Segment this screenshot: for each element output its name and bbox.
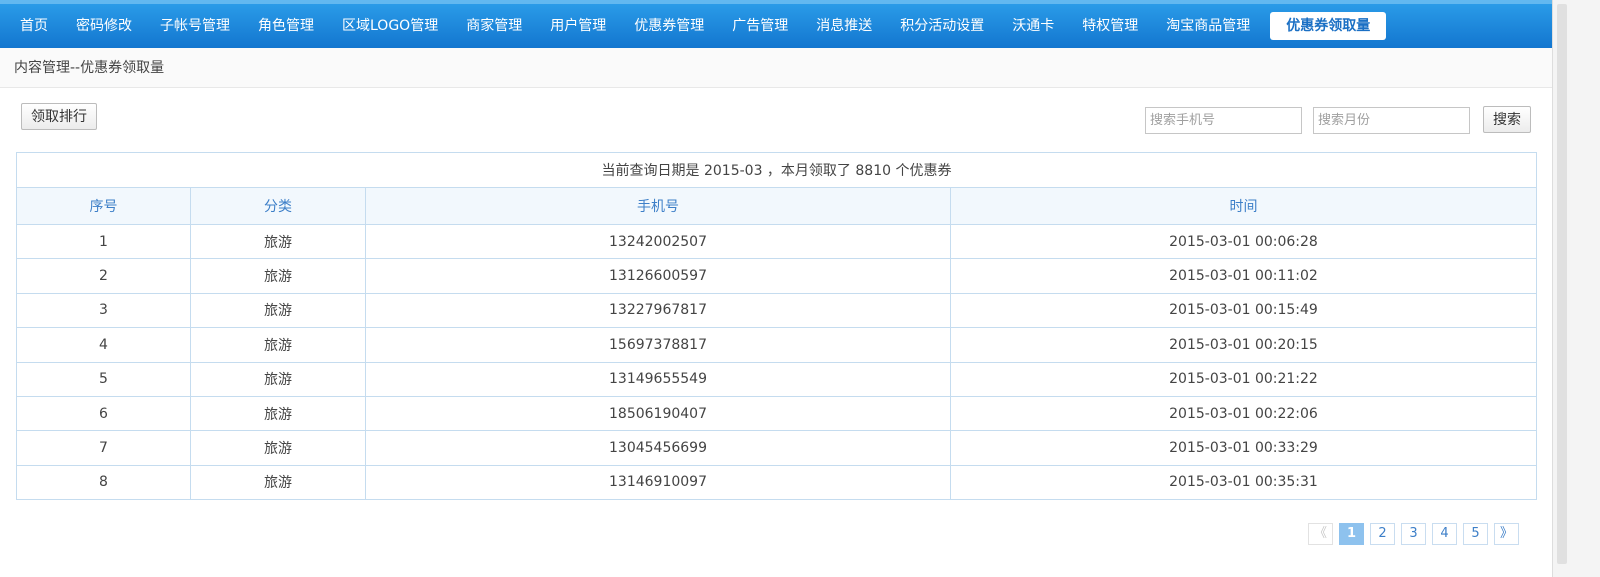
- nav-item-users[interactable]: 用户管理: [536, 4, 620, 48]
- header-time: 时间: [950, 187, 1537, 225]
- cell-category: 旅游: [190, 327, 366, 363]
- cell-phone: 15697378817: [365, 327, 951, 363]
- coupon-claims-table: 当前查询日期是 2015-03 ，本月领取了 8810 个优惠券 序号 分类 手…: [16, 152, 1537, 501]
- cell-time: 2015-03-01 00:22:06: [950, 395, 1537, 432]
- cell-time: 2015-03-01 00:33:29: [950, 430, 1537, 466]
- cell-index: 1: [16, 223, 191, 260]
- cell-time: 2015-03-01 00:11:02: [950, 258, 1537, 294]
- cell-time: 2015-03-01 00:15:49: [950, 292, 1537, 329]
- main-nav: 首页 密码修改 子帐号管理 角色管理 区域LOGO管理 商家管理 用户管理 优惠…: [0, 4, 1552, 48]
- table-row: 3 旅游 13227967817 2015-03-01 00:15:49: [16, 292, 1537, 329]
- cell-index: 8: [16, 464, 191, 501]
- cell-category: 旅游: [190, 430, 366, 466]
- pagination-prev-button[interactable]: 《: [1308, 523, 1333, 545]
- cell-category: 旅游: [190, 292, 366, 329]
- search-phone-input[interactable]: [1145, 107, 1302, 134]
- cell-category: 旅游: [190, 395, 366, 432]
- table-row: 2 旅游 13126600597 2015-03-01 00:11:02: [16, 258, 1537, 294]
- pagination-page-3[interactable]: 3: [1401, 523, 1426, 545]
- nav-item-password[interactable]: 密码修改: [62, 4, 146, 48]
- nav-item-home[interactable]: 首页: [6, 4, 62, 48]
- header-category: 分类: [190, 187, 366, 225]
- cell-phone: 13242002507: [365, 223, 951, 260]
- nav-item-points[interactable]: 积分活动设置: [886, 4, 998, 48]
- pagination-page-1[interactable]: 1: [1339, 523, 1364, 545]
- cell-index: 6: [16, 395, 191, 432]
- table-row: 4 旅游 15697378817 2015-03-01 00:20:15: [16, 327, 1537, 363]
- pagination-next-button[interactable]: 》: [1494, 523, 1519, 545]
- cell-category: 旅游: [190, 223, 366, 260]
- cell-phone: 13126600597: [365, 258, 951, 294]
- nav-item-privileges[interactable]: 特权管理: [1068, 4, 1152, 48]
- cell-index: 3: [16, 292, 191, 329]
- table-row: 6 旅游 18506190407 2015-03-01 00:22:06: [16, 395, 1537, 432]
- cell-time: 2015-03-01 00:06:28: [950, 223, 1537, 260]
- nav-item-roles[interactable]: 角色管理: [244, 4, 328, 48]
- cell-phone: 18506190407: [365, 395, 951, 432]
- cell-index: 5: [16, 361, 191, 397]
- pagination-page-2[interactable]: 2: [1370, 523, 1395, 545]
- nav-item-coupons[interactable]: 优惠券管理: [620, 4, 718, 48]
- nav-item-ads[interactable]: 广告管理: [718, 4, 802, 48]
- pagination: 《 1 2 3 4 5 》: [1308, 523, 1525, 545]
- table-row: 5 旅游 13149655549 2015-03-01 00:21:22: [16, 361, 1537, 397]
- nav-item-region-logo[interactable]: 区域LOGO管理: [328, 4, 452, 48]
- nav-item-push[interactable]: 消息推送: [802, 4, 886, 48]
- nav-item-merchants[interactable]: 商家管理: [452, 4, 536, 48]
- top-navigation-bar: 首页 密码修改 子帐号管理 角色管理 区域LOGO管理 商家管理 用户管理 优惠…: [0, 0, 1552, 48]
- cell-category: 旅游: [190, 464, 366, 501]
- table-row: 8 旅游 13146910097 2015-03-01 00:35:31: [16, 464, 1537, 501]
- cell-phone: 13227967817: [365, 292, 951, 329]
- search-month-input[interactable]: [1313, 107, 1470, 134]
- table-header-row: 序号 分类 手机号 时间: [16, 187, 1537, 225]
- cell-time: 2015-03-01 00:35:31: [950, 464, 1537, 501]
- cell-index: 2: [16, 258, 191, 294]
- breadcrumb: 内容管理--优惠券领取量: [0, 48, 1552, 88]
- claim-ranking-button[interactable]: 领取排行: [21, 103, 97, 130]
- vertical-scrollbar[interactable]: [1552, 0, 1600, 577]
- table-row: 1 旅游 13242002507 2015-03-01 00:06:28: [16, 223, 1537, 260]
- table-row: 7 旅游 13045456699 2015-03-01 00:33:29: [16, 430, 1537, 466]
- nav-item-taobao[interactable]: 淘宝商品管理: [1152, 4, 1264, 48]
- cell-phone: 13149655549: [365, 361, 951, 397]
- cell-index: 4: [16, 327, 191, 363]
- scrollbar-thumb[interactable]: [1557, 4, 1567, 564]
- nav-item-wotong-card[interactable]: 沃通卡: [998, 4, 1068, 48]
- cell-time: 2015-03-01 00:20:15: [950, 327, 1537, 363]
- cell-category: 旅游: [190, 258, 366, 294]
- query-summary: 当前查询日期是 2015-03 ，本月领取了 8810 个优惠券: [16, 152, 1537, 188]
- nav-item-coupon-claims[interactable]: 优惠券领取量: [1270, 12, 1387, 40]
- header-index: 序号: [16, 187, 191, 225]
- pagination-page-4[interactable]: 4: [1432, 523, 1457, 545]
- cell-time: 2015-03-01 00:21:22: [950, 361, 1537, 397]
- cell-phone: 13045456699: [365, 430, 951, 466]
- header-phone: 手机号: [365, 187, 951, 225]
- pagination-page-5[interactable]: 5: [1463, 523, 1488, 545]
- nav-item-subaccount[interactable]: 子帐号管理: [146, 4, 244, 48]
- search-button[interactable]: 搜索: [1483, 106, 1531, 133]
- cell-index: 7: [16, 430, 191, 466]
- cell-phone: 13146910097: [365, 464, 951, 501]
- cell-category: 旅游: [190, 361, 366, 397]
